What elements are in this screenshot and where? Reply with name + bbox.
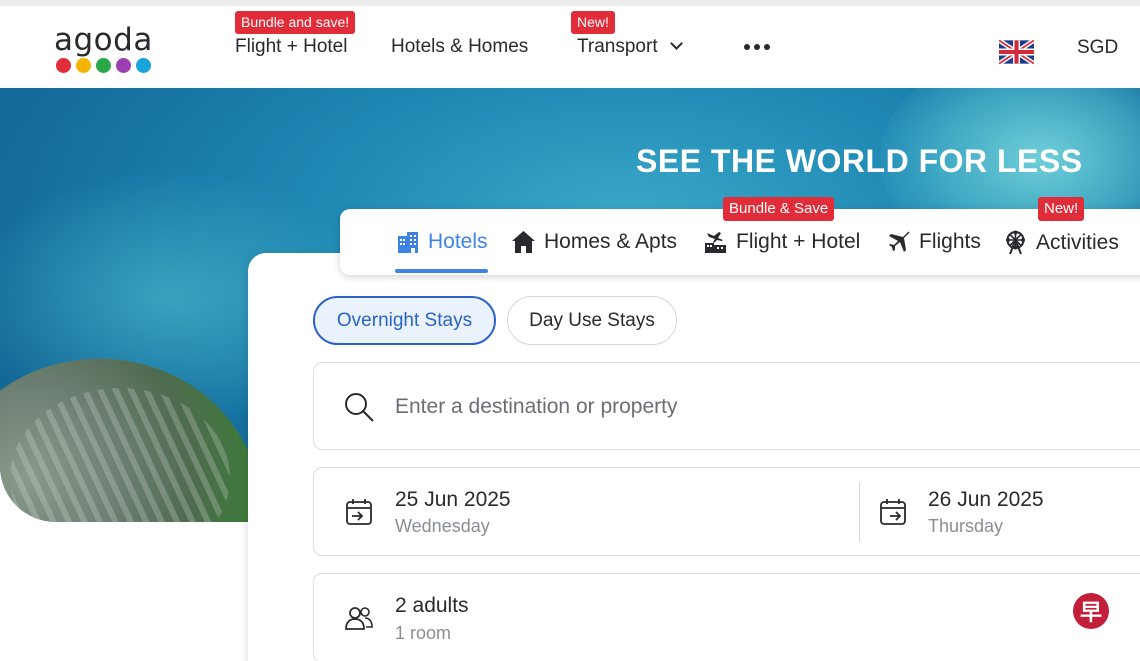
- plane-icon: [889, 231, 910, 252]
- tab-activities-badge: New!: [1038, 197, 1085, 221]
- home-icon: [512, 231, 535, 253]
- ferris-wheel-icon: [1006, 230, 1025, 255]
- check-in-day: Wednesday: [395, 516, 490, 536]
- logo-dots: [56, 58, 151, 73]
- logo-dot: [116, 58, 131, 73]
- rooms-count: 1 room: [395, 623, 452, 643]
- tab-flight-hotel-badge: Bundle & Save: [723, 197, 835, 221]
- hero-title: SEE THE WORLD FOR LESS: [636, 143, 1083, 179]
- tab-homes-apts[interactable]: Homes & Apts: [511, 230, 677, 254]
- zaobao-corner-logo: 早: [1073, 593, 1109, 629]
- logo-wordmark: agoda: [54, 22, 153, 58]
- tab-flight-hotel[interactable]: Flight + Hotel: [704, 230, 860, 254]
- tab-activities[interactable]: Activities: [1003, 230, 1119, 255]
- check-out-calendar-icon: [880, 499, 906, 525]
- nav-transport-label: Transport: [577, 36, 658, 57]
- check-out-day: Thursday: [928, 516, 1004, 536]
- tab-flight-hotel-label: Flight + Hotel: [736, 230, 861, 253]
- check-in-calendar-icon: [346, 499, 372, 525]
- nav-transport[interactable]: Transport: [577, 36, 683, 58]
- nav-hotels-homes[interactable]: Hotels & Homes: [391, 36, 528, 58]
- check-in-date: 25 Jun 2025: [395, 488, 511, 511]
- tab-flights[interactable]: Flights: [887, 230, 981, 254]
- more-menu-ellipsis-icon[interactable]: [744, 44, 770, 50]
- site-header: agoda Bundle and save! Flight + Hotel Ho…: [0, 6, 1140, 88]
- active-tab-indicator: [395, 269, 488, 273]
- nav-flight-hotel-badge: Bundle and save!: [235, 11, 356, 34]
- check-out-date: 26 Jun 2025: [928, 488, 1044, 511]
- date-divider: [859, 482, 860, 542]
- logo-dot: [76, 58, 91, 73]
- uk-flag-icon[interactable]: [999, 39, 1034, 65]
- agoda-logo[interactable]: agoda: [54, 22, 164, 76]
- dates-field: 25 Jun 2025 Wednesday 26 Jun 2025 Thursd…: [313, 467, 1140, 556]
- chevron-down-icon: [669, 37, 683, 50]
- destination-field[interactable]: Enter a destination or property: [313, 362, 1140, 450]
- nav-flight-hotel[interactable]: Flight + Hotel: [235, 36, 347, 58]
- overnight-stays-toggle[interactable]: Overnight Stays: [313, 296, 496, 345]
- destination-placeholder: Enter a destination or property: [395, 395, 678, 418]
- day-use-stays-toggle[interactable]: Day Use Stays: [507, 296, 677, 345]
- tab-flights-label: Flights: [919, 230, 981, 253]
- flight-hotel-icon: [705, 232, 726, 253]
- hotel-icon: [398, 232, 418, 253]
- logo-dot: [136, 58, 151, 73]
- tab-hotels[interactable]: Hotels: [396, 230, 488, 254]
- logo-dot: [96, 58, 111, 73]
- search-panel: Overnight Stays Day Use Stays Enter a de…: [248, 253, 1140, 661]
- search-icon: [345, 393, 374, 422]
- currency-selector[interactable]: SGD: [1077, 37, 1118, 59]
- adults-count: 2 adults: [395, 594, 469, 617]
- product-tabs: Hotels Homes & Apts Bundle & Save Flight…: [340, 197, 1140, 275]
- tab-hotels-label: Hotels: [428, 230, 488, 253]
- logo-dot: [56, 58, 71, 73]
- guests-icon: [345, 607, 373, 630]
- tab-homes-apts-label: Homes & Apts: [544, 230, 678, 253]
- nav-transport-badge: New!: [571, 11, 615, 34]
- tab-activities-label: Activities: [1036, 230, 1119, 254]
- guests-field[interactable]: 2 adults 1 room: [313, 573, 1140, 661]
